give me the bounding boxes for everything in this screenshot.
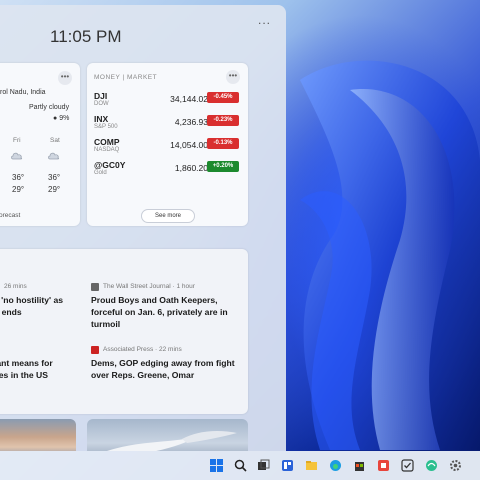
- forecast-day-2: Sat: [50, 137, 60, 144]
- edge-icon[interactable]: [329, 459, 342, 472]
- stock-change-badge: -0.45%: [207, 92, 239, 103]
- stock-value: 34,144.02: [170, 94, 208, 104]
- forecast-low-1: 29°: [12, 185, 25, 194]
- bird-image: [107, 431, 237, 451]
- news-left-headline-2[interactable]: iant means for ses in the US: [0, 357, 53, 381]
- settings-icon[interactable]: [449, 459, 462, 472]
- taskbar: [0, 451, 480, 480]
- stock-name: NASDAQ: [94, 147, 120, 153]
- stock-value: 1,860.20: [174, 163, 208, 173]
- search-icon[interactable]: [234, 459, 247, 472]
- headline-line: Proud Boys and Oath Keepers,: [91, 295, 218, 305]
- stock-symbol: INX: [94, 114, 109, 124]
- market-row[interactable]: INX S&P 500 4,236.93 -0.23%: [94, 114, 244, 136]
- weather-more-button[interactable]: •••: [58, 71, 72, 85]
- precip-value: ● 9%: [53, 115, 69, 122]
- news-left-headline-1[interactable]: s 'no hostility' as n ends: [0, 294, 63, 318]
- forecast-low-2: 29°: [48, 185, 61, 194]
- ap-logo-icon: [91, 346, 99, 354]
- file-explorer-icon[interactable]: [305, 459, 318, 472]
- widgets-panel: 11:05 PM ... ••• rol Nadu, India Partly …: [0, 5, 286, 451]
- market-row[interactable]: @GC0Y Gold 1,860.20 +0.20%: [94, 160, 244, 182]
- stock-symbol: COMP: [94, 137, 120, 147]
- news-card: 26 mins s 'no hostility' as n ends iant …: [0, 249, 248, 414]
- network-app-icon[interactable]: [425, 459, 438, 472]
- stock-change-badge: +0.20%: [207, 161, 239, 172]
- stock-name: DOW: [94, 101, 109, 107]
- rain-drop-icon: ●: [53, 115, 58, 122]
- task-view-icon[interactable]: [257, 459, 270, 472]
- headline-line: ses in the US: [0, 370, 48, 380]
- stock-value: 14,054.00: [170, 140, 208, 150]
- market-row[interactable]: DJI DOW 34,144.02 -0.45%: [94, 91, 244, 113]
- news-thumbnail-2[interactable]: [87, 419, 248, 451]
- market-card-title: MONEY | MARKET: [94, 74, 158, 81]
- stock-name: S&P 500: [94, 124, 118, 130]
- todo-icon[interactable]: [401, 459, 414, 472]
- headline-line: iant means for: [0, 358, 53, 368]
- wsj-logo-icon: [91, 283, 99, 291]
- news-source-1: The Wall Street Journal · 1 hour: [103, 283, 195, 290]
- cloud-icon: [11, 152, 23, 160]
- weather-card[interactable]: ••• rol Nadu, India Partly cloudy ● 9% F…: [0, 63, 80, 226]
- weather-condition: Partly cloudy: [29, 104, 70, 111]
- news-right-headline-1[interactable]: Proud Boys and Oath Keepers, forceful on…: [91, 294, 228, 330]
- precip-text: 9%: [59, 115, 70, 122]
- headline-line: forceful on Jan. 6, privately are in: [91, 307, 228, 317]
- forecast-high-2: 36°: [48, 173, 61, 182]
- weather-location: rol Nadu, India: [0, 89, 46, 96]
- headline-line: turmoil: [91, 319, 121, 329]
- stock-symbol: DJI: [94, 91, 108, 101]
- store-icon[interactable]: [353, 459, 366, 472]
- news-left-time: 26 mins: [4, 283, 27, 290]
- news-right-headline-2[interactable]: Dems, GOP edging away from fight over Re…: [91, 357, 235, 381]
- windows-start-icon[interactable]: [210, 459, 223, 472]
- market-card[interactable]: MONEY | MARKET ••• DJI DOW 34,144.02 -0.…: [87, 63, 248, 226]
- forecast-link[interactable]: orecast: [0, 212, 20, 219]
- market-row[interactable]: COMP NASDAQ 14,054.00 -0.13%: [94, 137, 244, 159]
- see-more-button[interactable]: See more: [141, 209, 195, 223]
- headline-line: over Reps. Greene, Omar: [91, 370, 195, 380]
- headline-line: s 'no hostility' as: [0, 295, 64, 305]
- headline-line: n ends: [0, 307, 22, 317]
- news-thumbnail-1[interactable]: [0, 419, 76, 451]
- app-icon[interactable]: [377, 459, 390, 472]
- headline-line: Dems, GOP edging away from fight: [91, 358, 235, 368]
- widgets-icon[interactable]: [281, 459, 294, 472]
- market-more-button[interactable]: •••: [226, 70, 240, 84]
- forecast-high-1: 36°: [12, 173, 25, 182]
- cloud-icon: [48, 152, 60, 160]
- stock-value: 4,236.93: [174, 117, 208, 127]
- stock-change-badge: -0.13%: [207, 138, 239, 149]
- stock-name: Gold: [94, 170, 107, 176]
- news-source-2: Associated Press · 22 mins: [103, 346, 182, 353]
- stock-symbol: @GC0Y: [94, 160, 126, 170]
- forecast-day-1: Fri: [13, 137, 21, 144]
- panel-more-button[interactable]: ...: [258, 13, 271, 27]
- clock-time: 11:05 PM: [50, 27, 122, 46]
- stock-change-badge: -0.23%: [207, 115, 239, 126]
